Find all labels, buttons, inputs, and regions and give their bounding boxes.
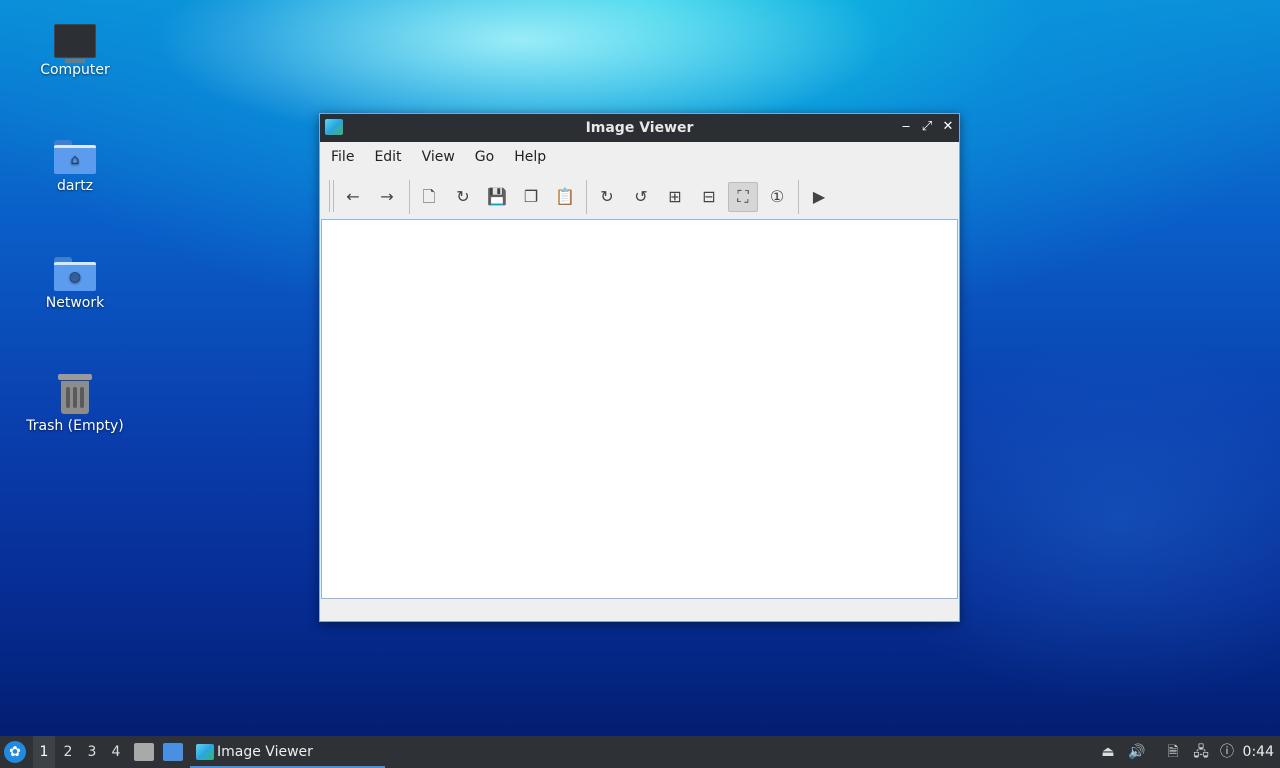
minimize-icon[interactable]: ‒: [898, 119, 914, 135]
taskbar: ✿ 1 2 3 4 Image Viewer ⏏ 🔊 🗎 🖧 ⓘ 0:44: [0, 736, 1280, 768]
original-size-icon[interactable]: ①: [762, 182, 792, 212]
taskbar-task-label: Image Viewer: [217, 744, 313, 760]
rotate-clockwise-icon[interactable]: ↻: [592, 182, 622, 212]
desktop-icon-network[interactable]: ◍ Network: [20, 257, 130, 311]
paste-icon[interactable]: 📋: [550, 182, 580, 212]
window-titlebar[interactable]: Image Viewer ‒ ⤢ ✕: [320, 114, 959, 142]
network-folder-icon: ◍: [54, 257, 96, 291]
toolbar-grip[interactable]: [329, 180, 334, 212]
image-viewer-task-icon: [196, 744, 214, 760]
clock[interactable]: 0:44: [1243, 736, 1274, 768]
zoom-in-icon[interactable]: ⊞: [660, 182, 690, 212]
toolbar-separator: [586, 180, 587, 214]
status-bar: [320, 599, 959, 621]
network-icon[interactable]: 🖧: [1193, 744, 1209, 760]
desktop-icon-computer[interactable]: Computer: [20, 24, 130, 78]
workspace-2[interactable]: 2: [57, 736, 79, 768]
desktop-icon-label: Network: [45, 295, 105, 311]
show-desktop-icon[interactable]: [163, 743, 183, 761]
toolbar-separator: [798, 180, 799, 214]
desktop-icon-label: dartz: [56, 178, 94, 194]
fit-to-window-icon[interactable]: ⛶: [728, 182, 758, 212]
save-as-icon[interactable]: 💾: [482, 182, 512, 212]
menu-help[interactable]: Help: [507, 149, 553, 165]
desktop-icon-label: Computer: [40, 62, 110, 78]
taskbar-task-image-viewer[interactable]: Image Viewer: [190, 736, 385, 768]
open-file-icon[interactable]: 🗋: [414, 182, 444, 212]
workspace-3[interactable]: 3: [81, 736, 103, 768]
slideshow-icon[interactable]: ▶: [804, 182, 834, 212]
menu-bar: File Edit View Go Help: [320, 142, 959, 172]
file-manager-icon[interactable]: [134, 743, 154, 761]
volume-icon[interactable]: 🔊: [1128, 744, 1145, 760]
rotate-counterclockwise-icon[interactable]: ↺: [626, 182, 656, 212]
trash-icon: [58, 374, 92, 414]
desktop-icon-home-folder[interactable]: ⌂ dartz: [20, 140, 130, 194]
home-folder-icon: ⌂: [54, 140, 96, 174]
close-icon[interactable]: ✕: [940, 119, 956, 135]
clipboard-icon[interactable]: 🗎: [1165, 744, 1181, 760]
copy-icon[interactable]: ❐: [516, 182, 546, 212]
toolbar-separator: [409, 180, 410, 214]
toolbar: ← → 🗋 ↻ 💾 ❐ 📋 ↻ ↺ ⊞ ⊟ ⛶ ① ▶: [320, 172, 959, 220]
menu-file[interactable]: File: [324, 149, 361, 165]
desktop-icon-trash[interactable]: Trash (Empty): [20, 374, 130, 434]
eject-icon[interactable]: ⏏: [1100, 744, 1116, 760]
start-menu-icon[interactable]: ✿: [4, 741, 26, 763]
menu-go[interactable]: Go: [468, 149, 501, 165]
image-viewer-window: Image Viewer ‒ ⤢ ✕ File Edit View Go Hel…: [319, 113, 960, 622]
zoom-out-icon[interactable]: ⊟: [694, 182, 724, 212]
menu-view[interactable]: View: [415, 149, 462, 165]
workspace-4[interactable]: 4: [105, 736, 127, 768]
workspace-1[interactable]: 1: [33, 736, 55, 768]
back-icon[interactable]: ←: [338, 182, 368, 212]
notification-icon[interactable]: ⓘ: [1219, 744, 1235, 760]
computer-icon: [54, 24, 96, 63]
maximize-icon[interactable]: ⤢: [919, 119, 935, 135]
image-canvas[interactable]: [321, 219, 958, 599]
desktop-icon-label: Trash (Empty): [26, 418, 124, 434]
reload-icon[interactable]: ↻: [448, 182, 478, 212]
window-title: Image Viewer: [585, 120, 694, 136]
forward-icon[interactable]: →: [372, 182, 402, 212]
menu-edit[interactable]: Edit: [367, 149, 408, 165]
